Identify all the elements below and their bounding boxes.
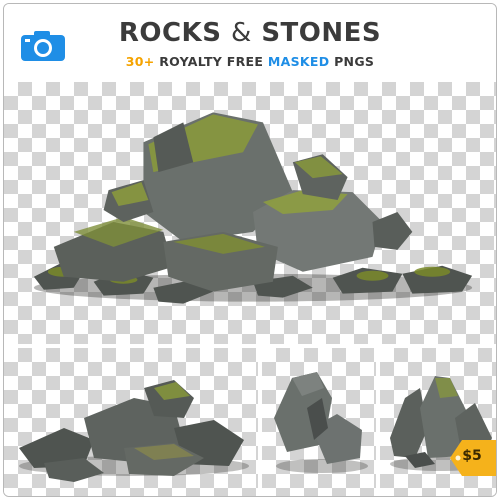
product-card: ROCKS & STONES 30+ ROYALTY FREE MASKED P… [3,3,497,497]
title-ampersand: & [230,18,252,48]
rock-pile-image [33,112,473,304]
single-rock-image [274,372,368,473]
subtitle-count: 30+ [125,54,155,69]
preview-single-rock-panel [262,348,376,496]
title-rocks: ROCKS [118,18,222,48]
rubble-image [19,380,249,482]
main-preview-panel [4,82,496,344]
price-label: $5 [462,448,482,464]
preview-rubble-panel [4,348,258,496]
header: ROCKS & STONES 30+ ROYALTY FREE MASKED P… [4,4,496,82]
page-title: ROCKS & STONES [4,18,496,48]
subtitle-masked: MASKED [267,54,330,69]
subtitle-royalty-free: ROYALTY FREE [159,54,264,69]
title-stones: STONES [261,18,382,48]
subtitle-pngs: PNGS [334,54,375,69]
subtitle: 30+ ROYALTY FREE MASKED PNGS [4,54,496,69]
